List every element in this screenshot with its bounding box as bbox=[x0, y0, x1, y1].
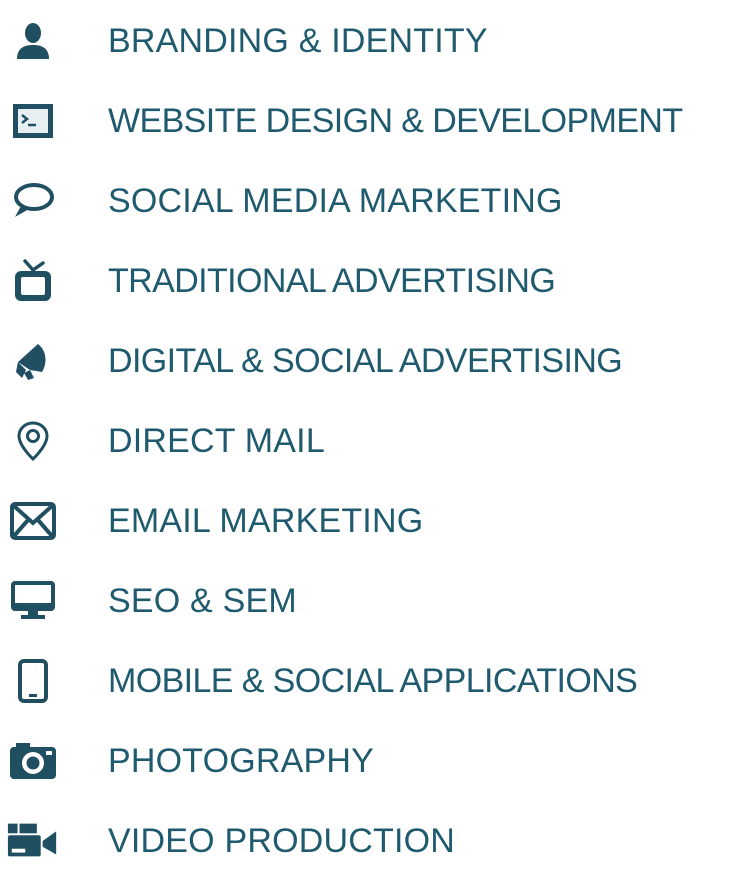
service-label: EMAIL MARKETING bbox=[108, 502, 424, 540]
television-icon bbox=[6, 251, 60, 311]
service-label: TRADITIONAL ADVERTISING bbox=[108, 262, 556, 300]
person-icon bbox=[6, 11, 60, 71]
service-item-direct-mail: DIRECT MAIL bbox=[0, 411, 736, 471]
service-label: DIRECT MAIL bbox=[108, 422, 325, 460]
terminal-icon bbox=[6, 91, 60, 151]
service-item-website-design-development: WEBSITE DESIGN & DEVELOPMENT bbox=[0, 91, 736, 151]
megaphone-icon bbox=[6, 331, 60, 391]
service-label: MOBILE & SOCIAL APPLICATIONS bbox=[108, 662, 638, 700]
tablet-icon bbox=[6, 651, 60, 711]
service-item-branding-identity: BRANDING & IDENTITY bbox=[0, 11, 736, 71]
service-label: PHOTOGRAPHY bbox=[108, 742, 375, 780]
service-label: BRANDING & IDENTITY bbox=[108, 22, 488, 60]
service-item-social-media-marketing: SOCIAL MEDIA MARKETING bbox=[0, 171, 736, 231]
service-item-mobile-social-applications: MOBILE & SOCIAL APPLICATIONS bbox=[0, 651, 736, 711]
service-label: WEBSITE DESIGN & DEVELOPMENT bbox=[108, 102, 683, 140]
video-camera-icon bbox=[6, 811, 60, 871]
speech-bubble-icon bbox=[6, 171, 60, 231]
service-label: VIDEO PRODUCTION bbox=[108, 822, 456, 860]
service-label: SEO & SEM bbox=[108, 582, 297, 620]
service-item-traditional-advertising: TRADITIONAL ADVERTISING bbox=[0, 251, 736, 311]
service-item-seo-sem: SEO & SEM bbox=[0, 571, 736, 631]
desktop-monitor-icon bbox=[6, 571, 60, 631]
envelope-icon bbox=[6, 491, 60, 551]
service-item-digital-social-advertising: DIGITAL & SOCIAL ADVERTISING bbox=[0, 331, 736, 391]
service-item-photography: PHOTOGRAPHY bbox=[0, 731, 736, 791]
camera-icon bbox=[6, 731, 60, 791]
service-item-email-marketing: EMAIL MARKETING bbox=[0, 491, 736, 551]
service-item-video-production: VIDEO PRODUCTION bbox=[0, 811, 736, 871]
map-pin-icon bbox=[6, 411, 60, 471]
service-label: SOCIAL MEDIA MARKETING bbox=[108, 182, 563, 220]
service-label: DIGITAL & SOCIAL ADVERTISING bbox=[108, 342, 623, 380]
